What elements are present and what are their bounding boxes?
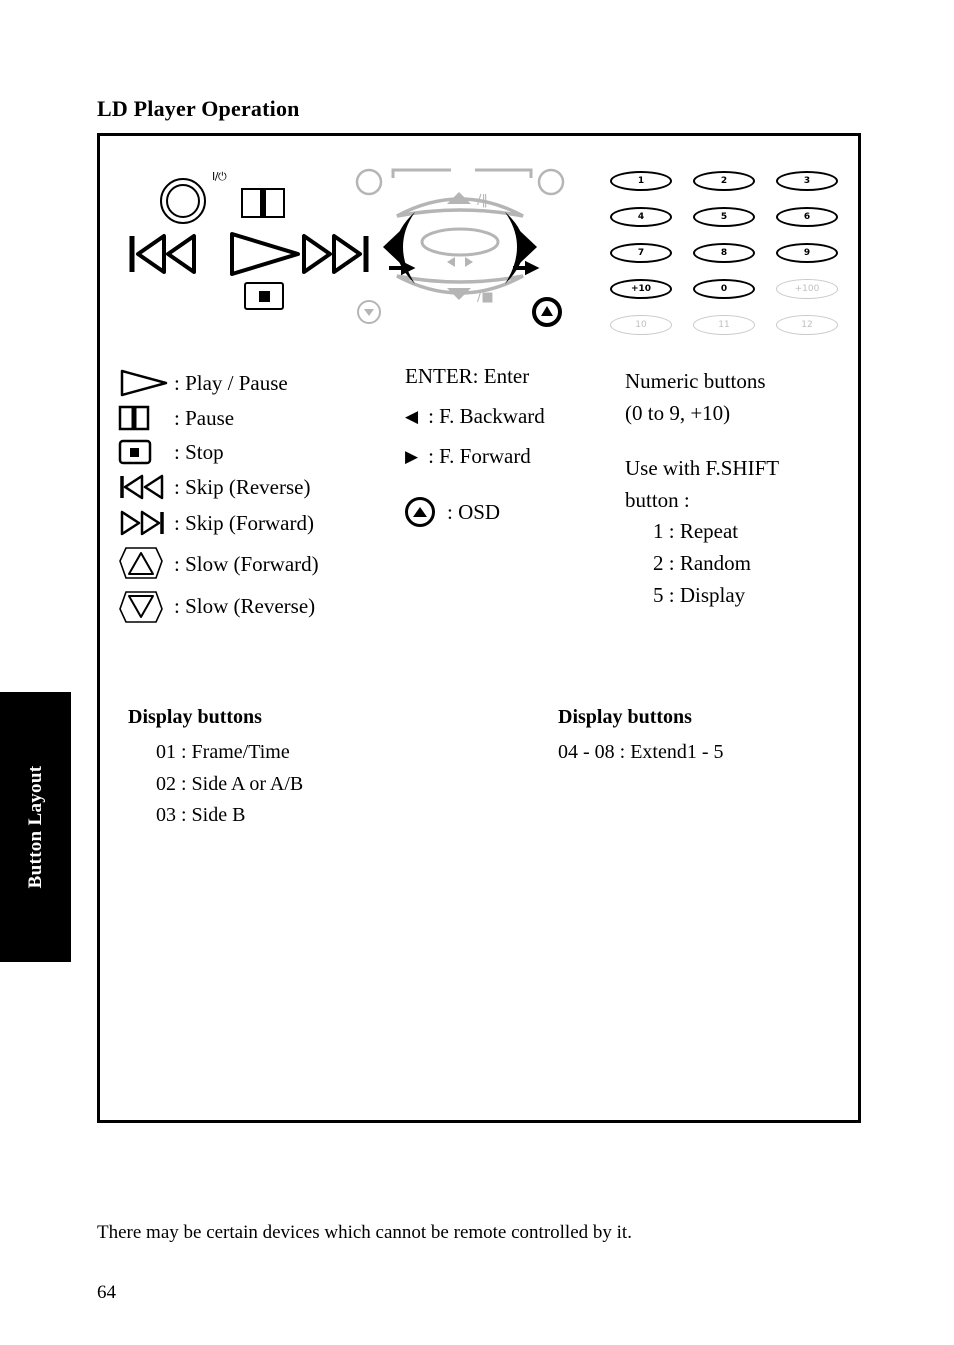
f-forward-legend-row: ▶ : F. Forward	[405, 444, 620, 469]
enter-arrows-icon	[447, 257, 473, 267]
legend-item-label: : Slow (Reverse)	[174, 593, 316, 618]
keypad-key-7: 7	[610, 243, 672, 263]
keypad-key-6: 6	[776, 207, 838, 227]
enter-button	[420, 227, 500, 257]
display-buttons-right-heading: Display buttons	[558, 706, 692, 728]
keypad-key-plus100: +100	[776, 279, 838, 299]
keypad-key-12: 12	[776, 315, 838, 335]
section-tab-button-layout: Button Layout	[0, 692, 71, 962]
numeric-keypad: 1 2 3 4 5 6 7 8 9 +10 0 +100 10 11 12	[610, 171, 850, 346]
play-button-icon	[230, 232, 300, 276]
legend-middle-column: ENTER: Enter ◀ : F. Backward ▶ : F. Forw…	[405, 364, 620, 542]
keypad-key-4: 4	[610, 207, 672, 227]
footer-note: There may be certain devices which canno…	[97, 1222, 632, 1243]
legend-item: : Stop	[118, 438, 418, 466]
legend-item: : Slow (Forward)	[118, 544, 418, 584]
page-number: 64	[97, 1282, 116, 1303]
corner-circle-top-right	[537, 168, 565, 196]
display-buttons-left-section: Display buttons 01 : Frame/Time 02 : Sid…	[128, 706, 303, 832]
slow-reverse-icon	[118, 586, 174, 626]
stop-button-icon	[244, 282, 284, 310]
legend-item: : Pause	[118, 404, 418, 432]
fshift-item: 5 : Display	[653, 582, 746, 607]
nav-left-arrow-icon	[383, 230, 401, 264]
nav-left-fwd-indicator	[389, 260, 416, 276]
fshift-line1: Use with F.SHIFT	[625, 456, 780, 480]
numeric-buttons-line2: (0 to 9, +10)	[625, 400, 731, 425]
osd-icon	[405, 497, 435, 527]
keypad-key-3: 3	[776, 171, 838, 191]
fshift-item: 2 : Random	[653, 550, 751, 575]
legend-item-label: : Pause	[174, 405, 235, 430]
enter-legend-row: ENTER: Enter	[405, 364, 620, 389]
bracket-left	[391, 168, 451, 178]
skip-reverse-icon	[118, 472, 174, 502]
keypad-key-plus10: +10	[610, 279, 672, 299]
display-buttons-right-section: Display buttons 04 - 08 : Extend1 - 5	[558, 706, 724, 769]
keypad-key-1: 1	[610, 171, 672, 191]
legend-item: : Skip (Reverse)	[118, 472, 418, 502]
f-backward-legend-row: ◀ : F. Backward	[405, 404, 620, 429]
power-button-icon	[160, 178, 206, 224]
osd-arrow-icon	[541, 306, 553, 316]
corner-circle-bottom-left-arrow	[364, 309, 374, 316]
keypad-key-10: 10	[610, 315, 672, 335]
legend-right-column: Numeric buttons (0 to 9, +10) Use with F…	[625, 366, 860, 612]
legend-item-label: : Skip (Forward)	[174, 510, 314, 535]
skip-forward-icon	[118, 508, 174, 538]
transport-button-cluster: I/⏻	[120, 166, 369, 326]
bracket-right	[475, 168, 533, 178]
fshift-line2: button :	[625, 487, 690, 512]
keypad-key-5: 5	[693, 207, 755, 227]
navigation-pad-svg: /‖ /■	[355, 168, 565, 327]
enter-legend-label: ENTER: Enter	[405, 364, 530, 388]
legend-item: : Play / Pause	[118, 368, 418, 398]
right-triangle-icon: ▶	[405, 447, 419, 466]
legend-left-column: : Play / Pause : Pause : Stop: Skip (Re…	[118, 368, 418, 632]
legend-item-label: : Stop	[174, 439, 224, 464]
page-title: LD Player Operation	[97, 96, 300, 121]
nav-down-label: /■	[477, 290, 494, 305]
display-buttons-left-item: 03 : Side B	[156, 804, 246, 827]
content-box: I/⏻ /‖ /■ 1 2 3 4 5 6 7 8 9 +10 0 +100 1…	[97, 133, 861, 1123]
f-forward-legend-label: : F. Forward	[428, 444, 531, 468]
corner-circle-top-left	[355, 168, 383, 196]
legend-item-label: : Skip (Reverse)	[174, 474, 311, 499]
display-buttons-left-heading: Display buttons	[128, 706, 262, 728]
keypad-key-11: 11	[693, 315, 755, 335]
display-buttons-left-item: 02 : Side A or A/B	[156, 772, 304, 795]
legend-item-label: : Play / Pause	[174, 370, 288, 395]
pause-icon	[118, 404, 174, 432]
nav-up-label: /‖	[477, 193, 488, 208]
display-buttons-right-item: 04 - 08 : Extend1 - 5	[558, 741, 724, 763]
keypad-key-9: 9	[776, 243, 838, 263]
keypad-key-0: 0	[693, 279, 755, 299]
legend-item: : Slow (Reverse)	[118, 586, 418, 626]
keypad-key-8: 8	[693, 243, 755, 263]
section-tab-label: Button Layout	[24, 765, 46, 889]
display-buttons-left-item: 01 : Frame/Time	[156, 741, 290, 763]
nav-right-arrow-icon	[519, 230, 537, 264]
navigation-pad-cluster: /‖ /■	[355, 164, 565, 334]
left-triangle-icon: ◀	[405, 407, 419, 426]
slow-forward-icon	[118, 544, 174, 584]
legend-item: : Skip (Forward)	[118, 508, 418, 538]
fshift-item: 1 : Repeat	[653, 519, 739, 543]
legend-item-label: : Slow (Forward)	[174, 551, 319, 576]
remote-control-diagram: I/⏻ /‖ /■ 1 2 3 4 5 6 7 8 9 +10 0 +100 1…	[100, 136, 864, 366]
osd-legend-label: : OSD	[447, 499, 501, 524]
stop-icon	[118, 438, 174, 466]
skip-reverse-button-icon	[129, 234, 196, 274]
osd-legend-row: : OSD	[405, 497, 620, 527]
pause-button-icon	[241, 188, 285, 218]
power-symbol-label: I/⏻	[212, 170, 227, 183]
numeric-buttons-line1: Numeric buttons	[625, 369, 766, 393]
f-backward-legend-label: : F. Backward	[428, 404, 545, 428]
play-icon	[118, 368, 174, 398]
keypad-key-2: 2	[693, 171, 755, 191]
